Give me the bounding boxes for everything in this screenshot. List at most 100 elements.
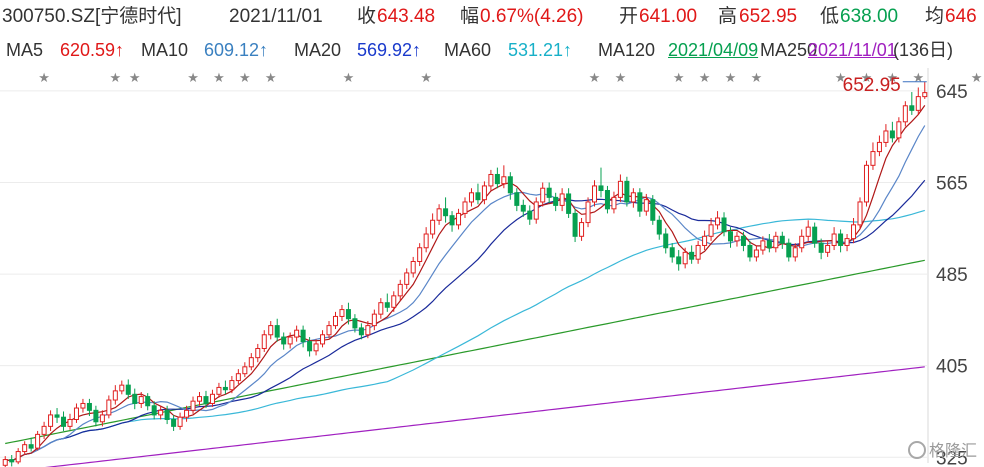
star-marker: ★: [912, 70, 924, 85]
candle-up: [870, 151, 876, 166]
candle-down: [171, 418, 177, 427]
candle-down: [676, 256, 682, 265]
candle-up: [242, 366, 248, 375]
candle-up: [138, 396, 144, 404]
candle-up: [80, 402, 86, 409]
candle-up: [831, 233, 837, 246]
star-marker: ★: [265, 70, 277, 85]
star-marker: ★: [615, 70, 627, 85]
candle-down: [61, 416, 67, 427]
candle-up: [682, 251, 688, 265]
candle-up: [643, 199, 649, 212]
candle-up: [410, 260, 416, 274]
candle-up: [617, 180, 623, 198]
candle-up: [22, 444, 28, 453]
price-tick-label: 485: [936, 265, 968, 286]
candle-down: [566, 193, 572, 214]
star-marker: ★: [343, 70, 355, 85]
candle-up: [119, 384, 125, 392]
candle-up: [825, 244, 831, 253]
candle-up: [630, 192, 636, 203]
candle-up: [48, 414, 54, 427]
candle-up: [585, 201, 591, 224]
candle-up: [190, 400, 196, 411]
candle-up: [773, 235, 779, 249]
candle-up: [559, 193, 565, 206]
candle-up: [313, 343, 319, 352]
watermark-logo-icon: [908, 441, 926, 459]
candle-down: [358, 327, 364, 336]
candle-up: [753, 249, 759, 258]
star-marker: ★: [38, 70, 50, 85]
star-marker: ★: [187, 70, 199, 85]
candle-up: [579, 222, 585, 237]
candlestick-chart: ★★★★★★★★★★★★★★★★★★★★★★ 32540548556564565…: [0, 68, 982, 467]
candle-up: [715, 217, 721, 226]
candle-up: [423, 233, 429, 249]
candle-down: [475, 192, 481, 201]
ma250-line: [44, 366, 925, 467]
ma10-line: [5, 125, 926, 462]
candle-up: [99, 414, 105, 423]
ma120-line: [5, 259, 925, 445]
candle-up: [209, 393, 215, 404]
candle-up: [456, 212, 462, 226]
candle-up: [177, 416, 183, 427]
star-marker: ★: [129, 70, 141, 85]
star-marker: ★: [725, 70, 737, 85]
candle-down: [93, 409, 99, 423]
candle-down: [352, 318, 358, 329]
candle-down: [786, 242, 792, 258]
price-tick-label: 565: [936, 173, 968, 194]
candle-up: [397, 283, 403, 297]
candle-down: [747, 244, 753, 258]
candle-down: [345, 309, 351, 320]
candle-up: [391, 295, 397, 308]
candle-down: [740, 235, 746, 246]
candle-down: [449, 215, 455, 226]
candle-up: [41, 425, 47, 435]
candle-down: [546, 187, 552, 198]
candle-down: [300, 329, 306, 343]
candle-up: [248, 357, 254, 368]
candle-down: [689, 251, 695, 260]
candle-down: [889, 130, 895, 139]
candle-up: [158, 409, 164, 416]
candle-up: [922, 92, 928, 98]
candle-up: [436, 208, 442, 221]
candle-down: [151, 405, 157, 416]
candle-down: [281, 336, 287, 345]
candle-up: [540, 187, 546, 203]
candle-down: [54, 414, 60, 418]
candle-up: [611, 196, 617, 210]
star-marker: ★: [699, 70, 711, 85]
candle-up: [851, 224, 857, 240]
price-tick-label: 405: [936, 357, 968, 378]
candle-up: [501, 176, 507, 185]
candle-up: [481, 185, 487, 201]
candle-down: [520, 204, 526, 212]
candle-down: [125, 384, 131, 395]
candle-down: [909, 105, 915, 111]
candle-up: [695, 244, 701, 260]
candle-up: [844, 238, 850, 246]
candle-down: [443, 208, 449, 217]
candle-down: [721, 217, 727, 233]
star-marker: ★: [420, 70, 432, 85]
candle-up: [533, 201, 539, 220]
candle-up: [876, 141, 882, 153]
candle-up: [326, 325, 332, 336]
candle-down: [553, 196, 559, 206]
candle-up: [462, 201, 468, 214]
candle-up: [592, 185, 598, 203]
candle-up: [792, 247, 798, 258]
candle-down: [598, 185, 604, 192]
candle-up: [261, 334, 267, 350]
candle-up: [760, 240, 766, 251]
candle-up: [184, 409, 190, 418]
candle-down: [572, 212, 578, 237]
candle-up: [902, 105, 908, 123]
candle-down: [663, 233, 669, 249]
watermark-text: 格隆汇: [929, 443, 978, 460]
candle-up: [417, 247, 423, 262]
